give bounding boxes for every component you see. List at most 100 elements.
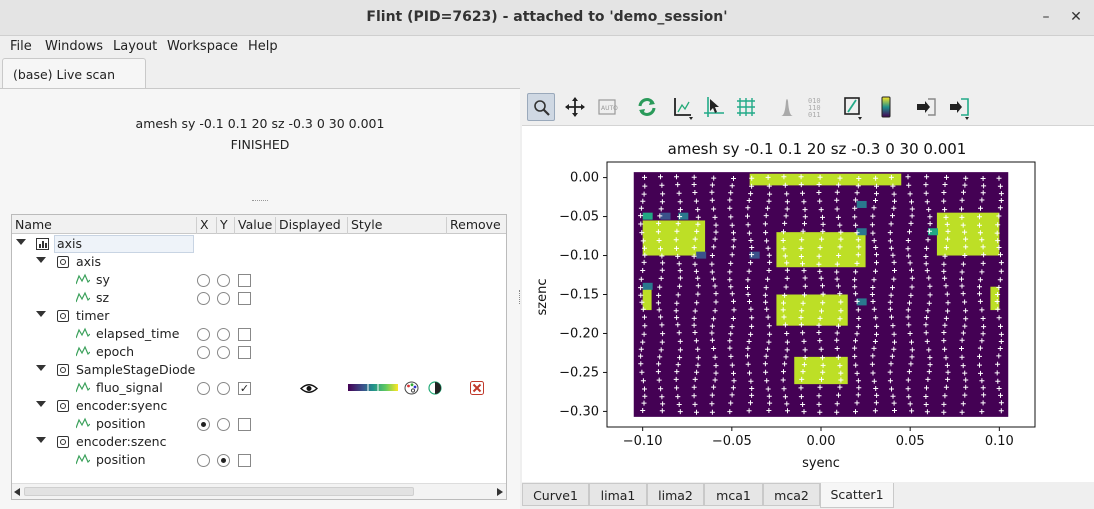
- x-radio[interactable]: [197, 454, 210, 467]
- signal-icon: [76, 417, 90, 429]
- tree-row-sz[interactable]: sz: [12, 289, 506, 307]
- x-tick-label: −0.10: [623, 434, 663, 449]
- scrollbar-thumb[interactable]: [24, 487, 414, 496]
- close-window-button[interactable]: ✕: [1065, 6, 1087, 28]
- eye-icon[interactable]: [300, 383, 318, 394]
- x-radio[interactable]: [197, 292, 210, 305]
- y-radio[interactable]: [217, 382, 230, 395]
- zoom-icon[interactable]: [527, 93, 555, 121]
- tree-row-szenc-position[interactable]: position: [12, 451, 506, 469]
- scroll-right-icon[interactable]: [497, 488, 503, 496]
- colorbar-icon[interactable]: [840, 93, 868, 121]
- scroll-left-icon[interactable]: [14, 488, 20, 496]
- export-icon[interactable]: [912, 93, 940, 121]
- menu-windows[interactable]: Windows: [45, 39, 103, 54]
- tree-group-axis[interactable]: axis: [12, 253, 506, 271]
- expand-arrow-icon[interactable]: [36, 401, 46, 407]
- header-remove[interactable]: Remove: [446, 217, 501, 234]
- heatmap-cell: [856, 200, 867, 208]
- value-checkbox[interactable]: ✓: [238, 382, 251, 395]
- value-checkbox[interactable]: [238, 454, 251, 467]
- plot-toolbar: AUTO 010 110 011: [522, 88, 1094, 126]
- y-radio[interactable]: [217, 346, 230, 359]
- expand-arrow-icon[interactable]: [36, 437, 46, 443]
- menu-layout[interactable]: Layout: [113, 39, 157, 54]
- header-x[interactable]: X: [196, 217, 209, 234]
- tree-row-syenc-position[interactable]: position: [12, 415, 506, 433]
- chart-icon: [36, 238, 49, 250]
- login-icon[interactable]: [945, 93, 973, 121]
- tree-group-timer[interactable]: timer: [12, 307, 506, 325]
- binary-icon[interactable]: 010 110 011: [805, 93, 833, 121]
- header-y[interactable]: Y: [216, 217, 228, 234]
- x-radio[interactable]: [197, 382, 210, 395]
- tab-lima1[interactable]: lima1: [589, 483, 647, 506]
- y-radio[interactable]: [217, 454, 230, 467]
- axis-icon[interactable]: [669, 93, 697, 121]
- pan-icon[interactable]: [561, 93, 589, 121]
- colormap-icon[interactable]: [872, 93, 900, 121]
- header-value[interactable]: Value: [234, 217, 272, 234]
- y-radio[interactable]: [217, 418, 230, 431]
- tree-row-sy[interactable]: sy: [12, 271, 506, 289]
- group-label: axis: [76, 254, 102, 269]
- expand-arrow-icon[interactable]: [36, 365, 46, 371]
- x-radio[interactable]: [197, 418, 210, 431]
- tree-group-encoder-syenc[interactable]: encoder:syenc: [12, 397, 506, 415]
- expand-arrow-icon[interactable]: [36, 257, 46, 263]
- minimize-button[interactable]: –: [1035, 6, 1057, 28]
- tree-group-samplestagediode[interactable]: SampleStageDiode: [12, 361, 506, 379]
- tree-row-fluo-signal[interactable]: fluo_signal ✓: [12, 379, 506, 397]
- y-radio[interactable]: [217, 274, 230, 287]
- value-checkbox[interactable]: [238, 292, 251, 305]
- scatter-plot[interactable]: −0.10 −0.05 0.00 0.05 0.10 0.00 −0.05 −0.10 −0.1…: [522, 127, 1094, 482]
- header-displayed[interactable]: Displayed: [275, 217, 341, 234]
- tab-lima2[interactable]: lima2: [647, 483, 704, 506]
- channel-label: elapsed_time: [96, 326, 180, 341]
- y-radio[interactable]: [217, 328, 230, 341]
- value-checkbox[interactable]: [238, 418, 251, 431]
- tab-mca1[interactable]: mca1: [704, 483, 763, 506]
- menu-help[interactable]: Help: [248, 39, 278, 54]
- remove-icon[interactable]: [470, 381, 484, 395]
- header-style[interactable]: Style: [347, 217, 382, 234]
- x-radio[interactable]: [197, 328, 210, 341]
- colormap-preview-icon[interactable]: [348, 383, 398, 392]
- tree-row-epoch[interactable]: epoch: [12, 343, 506, 361]
- title-bar: Flint (PID=7623) - attached to 'demo_ses…: [0, 0, 1094, 36]
- y-radio[interactable]: [217, 292, 230, 305]
- autoscale-icon[interactable]: AUTO: [593, 93, 621, 121]
- crosshair-icon[interactable]: [700, 93, 728, 121]
- tree-group-encoder-szenc[interactable]: encoder:szenc: [12, 433, 506, 451]
- x-radio[interactable]: [197, 346, 210, 359]
- histogram-icon[interactable]: [773, 93, 801, 121]
- plot-panel: AUTO 010 110 011 −0.10 −0.05 0.00 0.05 0…: [522, 88, 1094, 509]
- y-axis-label: szenc: [535, 279, 550, 316]
- resize-grip[interactable]: [252, 200, 268, 202]
- tab-curve1[interactable]: Curve1: [522, 483, 589, 506]
- tree-row-root[interactable]: axis: [12, 235, 506, 253]
- x-radio[interactable]: [197, 274, 210, 287]
- expand-arrow-icon[interactable]: [16, 239, 26, 245]
- tab-scatter1[interactable]: Scatter1: [820, 483, 894, 508]
- expand-arrow-icon[interactable]: [36, 311, 46, 317]
- horizontal-scrollbar[interactable]: [12, 483, 506, 499]
- palette-icon[interactable]: [404, 381, 419, 395]
- tab-mca2[interactable]: mca2: [763, 483, 820, 506]
- group-label: encoder:szenc: [76, 434, 167, 449]
- heatmap-cell: [856, 228, 867, 236]
- device-icon: [57, 364, 69, 376]
- value-checkbox[interactable]: [238, 346, 251, 359]
- scan-status: FINISHED: [230, 137, 290, 152]
- header-name[interactable]: Name: [12, 217, 52, 234]
- grid-icon[interactable]: [732, 93, 760, 121]
- menu-file[interactable]: File: [10, 39, 32, 54]
- menu-workspace[interactable]: Workspace: [167, 39, 238, 54]
- refresh-icon[interactable]: [633, 93, 661, 121]
- x-tick-label: −0.05: [712, 434, 752, 449]
- contrast-icon[interactable]: [428, 381, 442, 395]
- value-checkbox[interactable]: [238, 274, 251, 287]
- value-checkbox[interactable]: [238, 328, 251, 341]
- tree-row-elapsed-time[interactable]: elapsed_time: [12, 325, 506, 343]
- tab-live-scan[interactable]: (base) Live scan: [2, 58, 146, 89]
